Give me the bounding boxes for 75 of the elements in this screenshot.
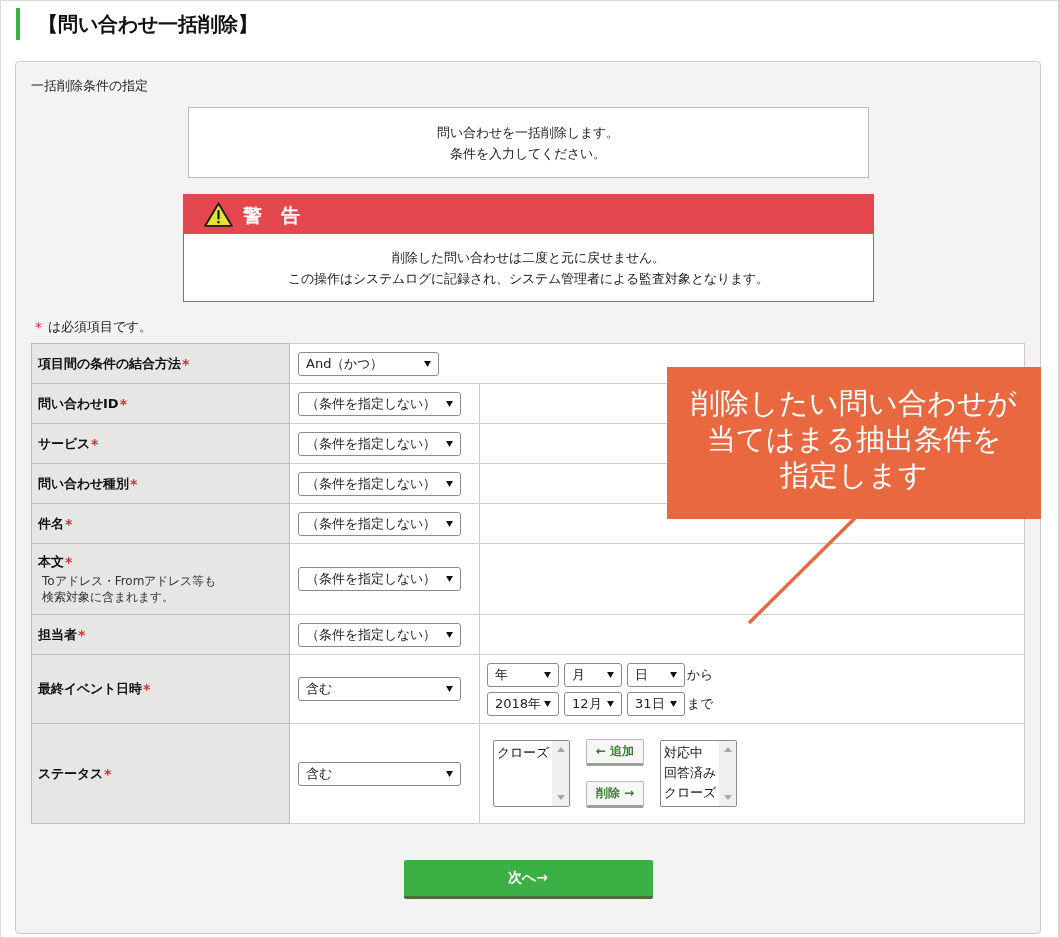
dropdown[interactable]: （条件を指定しない）	[298, 511, 461, 536]
year-dropdown[interactable]: 2018年	[487, 691, 559, 716]
dropdown[interactable]: （条件を指定しない）	[298, 471, 461, 496]
list-option[interactable]: 回答済み	[664, 763, 719, 783]
field-label: サービス	[38, 434, 90, 453]
field-note: Toアドレス・Fromアドレス等も 検索対象に含まれます。	[42, 573, 218, 605]
required-mark: *	[65, 554, 73, 570]
field-label: 本文	[38, 553, 64, 571]
list-option[interactable]: クローズ	[664, 783, 719, 803]
date-range-label: から	[687, 665, 713, 684]
required-mark: *	[143, 681, 151, 697]
required-mark: *	[91, 435, 99, 452]
field-label: ステータス	[38, 764, 103, 783]
dropdown[interactable]: 含む	[298, 761, 461, 786]
scrollbar[interactable]	[719, 741, 736, 806]
caret-icon	[446, 686, 453, 692]
required-mark: *	[65, 515, 73, 532]
list-option[interactable]: クローズ	[497, 743, 552, 763]
caret-icon	[446, 631, 453, 638]
section-label: 一括削除条件の指定	[31, 77, 149, 95]
dropdown[interactable]: （条件を指定しない）	[298, 622, 461, 647]
field-label: 最終イベント日時	[38, 680, 142, 698]
month-dropdown[interactable]: 月	[564, 662, 622, 687]
add-button[interactable]: ← 追加	[586, 739, 644, 766]
caret-icon	[544, 700, 551, 707]
caret-icon	[670, 671, 677, 678]
caret-icon	[446, 480, 453, 487]
year-dropdown[interactable]: 年	[487, 662, 559, 687]
caret-icon	[670, 700, 677, 707]
caret-icon	[446, 770, 453, 777]
scroll-up-icon[interactable]	[556, 747, 565, 752]
required-mark: *	[182, 355, 190, 372]
required-mark: *	[119, 395, 127, 412]
scroll-up-icon[interactable]	[723, 747, 732, 752]
dropdown[interactable]: （条件を指定しない）	[298, 431, 461, 456]
day-dropdown[interactable]: 31日	[627, 691, 685, 716]
month-dropdown[interactable]: 12月	[564, 691, 622, 716]
title-accent-bar	[16, 8, 20, 40]
caret-icon	[446, 576, 453, 582]
remove-button[interactable]: 削除 →	[586, 781, 644, 808]
dropdown[interactable]: （条件を指定しない）	[298, 391, 461, 416]
dropdown[interactable]: And（かつ）	[298, 351, 439, 376]
day-dropdown[interactable]: 日	[627, 662, 685, 687]
required-mark: *	[130, 475, 138, 492]
caret-icon	[607, 671, 614, 678]
caret-icon	[446, 400, 453, 407]
dropdown[interactable]: （条件を指定しない）	[298, 567, 461, 591]
field-label: 担当者	[38, 625, 77, 644]
dropdown[interactable]: 含む	[298, 677, 461, 701]
required-mark: *	[78, 626, 86, 643]
field-label: 問い合わせ種別	[38, 474, 129, 493]
required-note-text: は必須項目です。	[48, 318, 152, 336]
required-mark: *	[104, 765, 112, 782]
field-label: 件名	[38, 514, 64, 533]
caret-icon	[446, 520, 453, 527]
warning-text: 削除した問い合わせは二度と元に戻せません。 この操作はシステムログに記録され、システム管理者による監査対象となります。	[286, 249, 770, 288]
listbox[interactable]: 対応中 回答済み クローズ	[660, 740, 737, 807]
scroll-down-icon[interactable]	[556, 795, 565, 800]
callout-note: 削除したい問い合わせが 当てはまる抽出条件を 指定します	[667, 367, 1041, 519]
listbox[interactable]: クローズ	[493, 740, 570, 807]
scrollbar[interactable]	[552, 741, 569, 806]
scroll-down-icon[interactable]	[723, 795, 732, 800]
field-label: 問い合わせID	[38, 394, 119, 413]
warning-icon	[203, 202, 233, 227]
required-mark: *	[35, 319, 42, 335]
date-range-label: まで	[687, 694, 713, 713]
caret-icon	[424, 360, 431, 367]
info-text: 問い合わせを一括削除します。 条件を入力してください。	[437, 123, 619, 163]
warning-title: 警 告	[242, 202, 300, 227]
caret-icon	[446, 440, 453, 447]
page-title: 【問い合わせ一括削除】	[38, 11, 258, 38]
caret-icon	[607, 700, 614, 707]
caret-icon	[544, 671, 551, 678]
list-option[interactable]: 対応中	[664, 743, 719, 763]
field-label: 項目間の条件の結合方法	[38, 354, 181, 373]
